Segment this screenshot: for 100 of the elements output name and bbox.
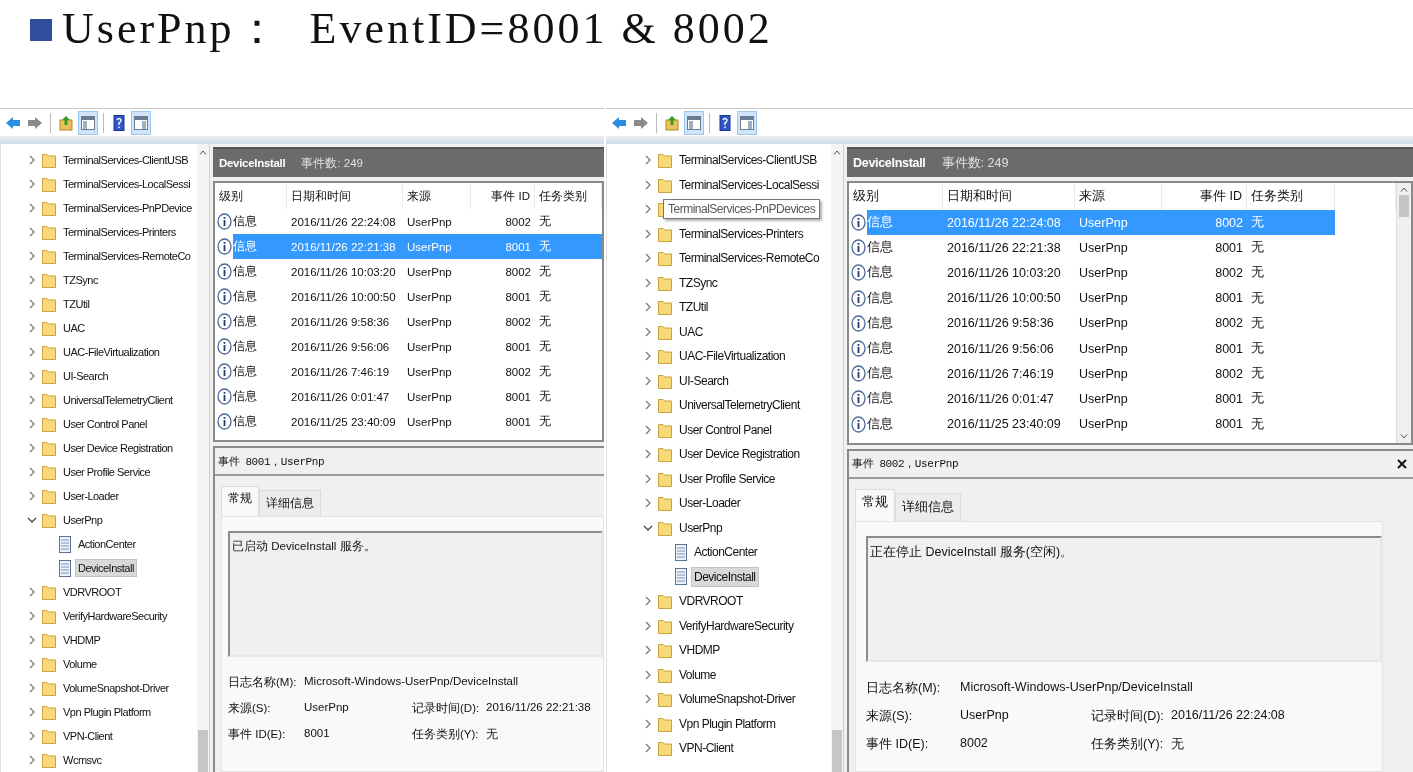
tree-item[interactable]: User Device Registration — [61, 440, 175, 456]
tree-item[interactable]: VolumeSnapshot-Driver — [677, 690, 798, 709]
tree-item[interactable]: Wcmsvc — [61, 752, 104, 768]
chevron-icon[interactable] — [29, 731, 35, 741]
tree-toggle-button[interactable] — [684, 110, 704, 135]
table-row[interactable]: 信息 2016/11/26 10:03:20 UserPnp 8002 无 — [849, 260, 1396, 286]
chevron-icon[interactable] — [645, 449, 651, 460]
tree-item[interactable]: User-Loader — [677, 494, 743, 513]
tree-item[interactable]: TZUtil — [677, 298, 710, 317]
chevron-icon[interactable] — [645, 228, 651, 239]
tree-toggle-button[interactable] — [78, 110, 98, 135]
chevron-icon[interactable] — [29, 227, 35, 237]
table-row[interactable]: 信息 2016/11/26 10:00:50 UserPnp 8001 无 — [849, 285, 1396, 311]
tree-item[interactable]: TZSync — [61, 272, 100, 288]
tree-item[interactable]: TerminalServices-Printers — [677, 224, 806, 243]
tree-item[interactable]: User Profile Service — [61, 464, 153, 480]
tab[interactable]: 详细信息 — [895, 492, 961, 521]
tree-item[interactable]: ActionCenter — [692, 543, 760, 562]
chevron-icon[interactable] — [29, 611, 35, 621]
tree-item[interactable]: TZUtil — [61, 296, 92, 312]
tree-item[interactable]: User Control Panel — [677, 420, 774, 439]
chevron-icon[interactable] — [29, 275, 35, 285]
tree-item[interactable]: VHDMP — [677, 641, 722, 660]
column-header[interactable]: 日期和时间 — [287, 183, 403, 209]
tree-item[interactable]: UAC — [677, 322, 705, 341]
chevron-icon[interactable] — [645, 155, 651, 166]
chevron-icon[interactable] — [29, 755, 35, 765]
table-row[interactable]: 信息 2016/11/25 23:40:09 UserPnp 8001 无 — [215, 409, 602, 434]
chevron-icon[interactable] — [29, 323, 35, 333]
tree-item[interactable]: UAC-FileVirtualization — [677, 347, 788, 366]
chevron-icon[interactable] — [29, 443, 35, 453]
table-row[interactable]: 信息 2016/11/26 7:46:19 UserPnp 8002 无 — [849, 361, 1396, 387]
tree-item[interactable]: TerminalServices-PnPDevice — [61, 200, 194, 216]
scrollbar-thumb[interactable] — [198, 730, 208, 772]
chevron-icon[interactable] — [645, 351, 651, 362]
table-row[interactable]: 信息 2016/11/26 10:03:20 UserPnp 8002 无 — [215, 259, 602, 284]
table-row[interactable]: 信息 2016/11/26 0:01:47 UserPnp 8001 无 — [215, 384, 602, 409]
column-header[interactable]: 事件 ID — [471, 183, 535, 209]
chevron-icon[interactable] — [645, 620, 651, 631]
chevron-icon[interactable] — [645, 694, 651, 705]
chevron-icon[interactable] — [29, 203, 35, 213]
scrollbar[interactable] — [831, 144, 843, 772]
scrollbar-thumb[interactable] — [1399, 195, 1409, 217]
table-row[interactable]: 信息 2016/11/26 22:21:38 UserPnp 8001 无 — [849, 235, 1396, 261]
tree-item[interactable]: Vpn Plugin Platform — [677, 714, 778, 733]
tree-item[interactable]: TerminalServices-Printers — [61, 224, 178, 240]
scroll-up-icon[interactable] — [1400, 187, 1408, 192]
tree-item[interactable]: TZSync — [677, 273, 720, 292]
tree-item[interactable]: DeviceInstall — [692, 567, 758, 586]
chevron-icon[interactable] — [29, 155, 35, 165]
chevron-icon[interactable] — [29, 371, 35, 381]
chevron-icon[interactable] — [29, 683, 35, 693]
scroll-up-icon[interactable] — [199, 150, 207, 155]
tree-item[interactable]: TerminalServices-LocalSessi — [61, 176, 193, 192]
tree-item[interactable]: User Profile Service — [677, 469, 778, 488]
chevron-icon[interactable] — [29, 635, 35, 645]
table-row[interactable]: 信息 2016/11/26 9:56:06 UserPnp 8001 无 — [215, 334, 602, 359]
table-row[interactable]: 信息 2016/11/26 9:56:06 UserPnp 8001 无 — [849, 335, 1396, 362]
chevron-icon[interactable] — [29, 587, 35, 597]
tree-item[interactable]: VerifyHardwareSecurity — [61, 608, 169, 624]
tree-item[interactable]: UI-Search — [677, 371, 731, 390]
pane-toggle-button[interactable] — [737, 110, 757, 135]
chevron-icon[interactable] — [645, 498, 651, 509]
chevron-icon[interactable] — [29, 251, 35, 261]
tree-item[interactable]: TerminalServices-RemoteCo — [61, 248, 193, 264]
chevron-icon[interactable] — [645, 204, 651, 215]
chevron-icon[interactable] — [643, 524, 653, 531]
tree-item[interactable]: UAC-FileVirtualization — [61, 344, 162, 360]
chevron-icon[interactable] — [645, 718, 651, 729]
chevron-icon[interactable] — [29, 347, 35, 357]
chevron-icon[interactable] — [29, 395, 35, 405]
chevron-icon[interactable] — [645, 400, 651, 411]
chevron-icon[interactable] — [645, 743, 651, 754]
chevron-icon[interactable] — [645, 179, 651, 190]
chevron-icon[interactable] — [29, 299, 35, 309]
table-row[interactable]: 信息 2016/11/26 7:46:19 UserPnp 8002 无 — [215, 359, 602, 384]
chevron-icon[interactable] — [645, 253, 651, 264]
scrollbar[interactable] — [1396, 183, 1411, 443]
tab[interactable]: 常规 — [221, 486, 259, 516]
chevron-icon[interactable] — [645, 375, 651, 386]
table-row[interactable]: 信息 2016/11/26 9:58:36 UserPnp 8002 无 — [849, 310, 1396, 336]
tree-item[interactable]: VolumeSnapshot-Driver — [61, 680, 171, 696]
scrollbar-thumb[interactable] — [832, 730, 842, 772]
tree-item[interactable]: ActionCenter — [76, 536, 138, 552]
tree-item[interactable]: Vpn Plugin Platform — [61, 704, 153, 720]
scrollbar[interactable] — [197, 144, 209, 772]
chevron-icon[interactable] — [645, 424, 651, 435]
table-row[interactable]: 信息 2016/11/25 23:40:09 UserPnp 8001 无 — [849, 411, 1396, 437]
tree-item[interactable]: User-Loader — [61, 488, 121, 504]
table-row[interactable]: 信息 2016/11/26 10:00:50 UserPnp 8001 无 — [215, 284, 602, 309]
tab[interactable]: 详细信息 — [259, 490, 321, 516]
table-row[interactable]: 信息 2016/11/26 0:01:47 UserPnp 8001 无 — [849, 386, 1396, 412]
tree-item[interactable]: UAC — [61, 320, 87, 336]
chevron-icon[interactable] — [645, 326, 651, 337]
tree-item[interactable]: VPN-Client — [61, 728, 115, 744]
tree-item[interactable]: TerminalServices-ClientUSB — [61, 152, 191, 168]
chevron-icon[interactable] — [29, 419, 35, 429]
chevron-icon[interactable] — [29, 707, 35, 717]
tree-item[interactable]: DeviceInstall — [76, 560, 136, 576]
table-row[interactable]: 信息 2016/11/26 22:24:08 UserPnp 8002 无 — [215, 209, 602, 234]
